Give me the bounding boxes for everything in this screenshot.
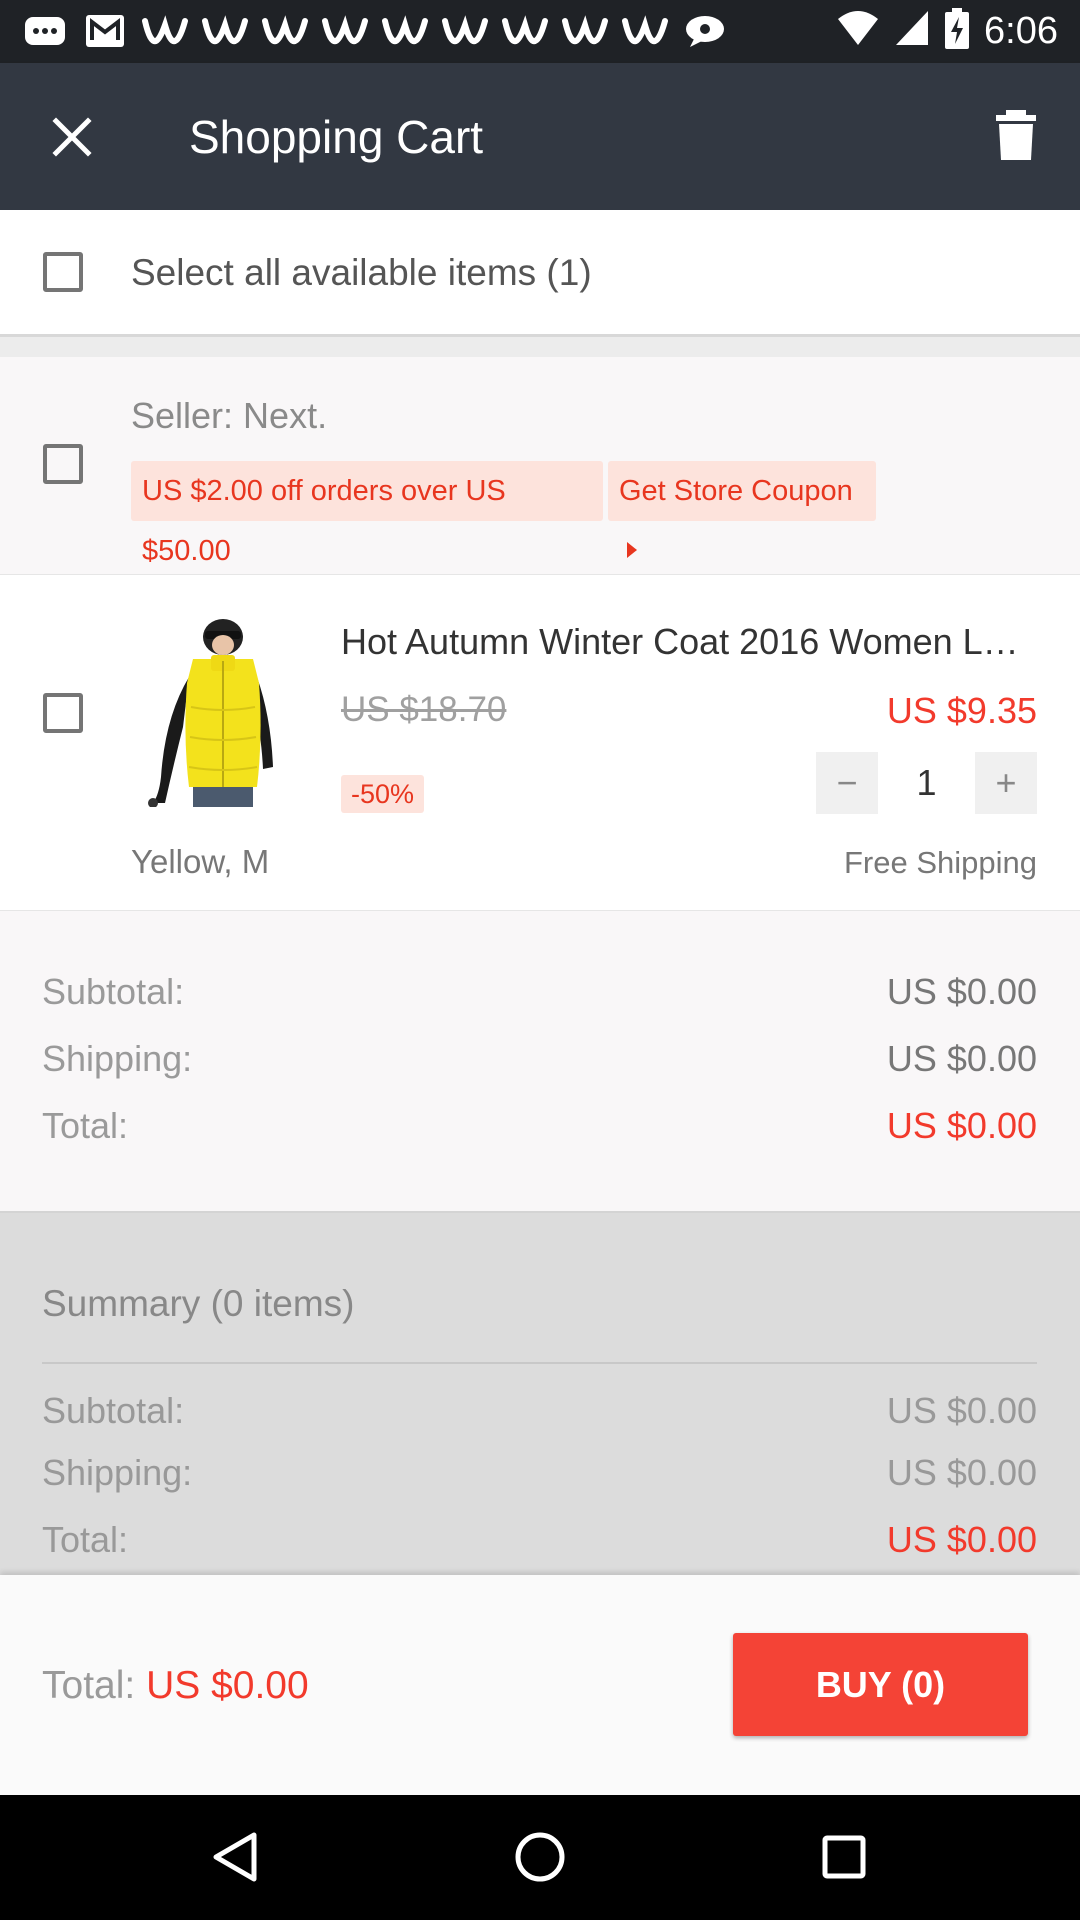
select-all-label: Select all available items (1) xyxy=(131,252,592,293)
section-divider xyxy=(0,337,1080,357)
w-icon xyxy=(382,11,428,51)
select-all-row[interactable]: Select all available items (1) xyxy=(0,210,1080,337)
summary-total-label: Total: xyxy=(42,1519,129,1560)
get-store-coupon-label: Get Store Coupon xyxy=(619,475,853,507)
shipping-label: Shipping: xyxy=(42,1038,193,1079)
summary-subtotal-label: Subtotal: xyxy=(42,1390,185,1431)
seller-section: Seller: Next. US $2.00 off orders over U… xyxy=(0,357,1080,575)
coupon-offer-text: US $2.00 off orders over US $50.00 xyxy=(142,475,506,567)
order-totals: Subtotal: US $0.00 Shipping: US $0.00 To… xyxy=(0,911,1080,1213)
product-image[interactable] xyxy=(131,617,286,808)
w-icon xyxy=(442,11,488,51)
summary-title: Summary (0 items) xyxy=(42,1283,355,1324)
notification-icons xyxy=(22,8,728,54)
cart-item: Hot Autumn Winter Coat 2016 Women L… US … xyxy=(0,575,1080,911)
subtotal-row: Subtotal: US $0.00 xyxy=(42,971,1037,1013)
chat-icon xyxy=(22,11,68,51)
checkout-total-value: US $0.00 xyxy=(146,1664,309,1707)
close-icon[interactable] xyxy=(42,107,102,167)
summary-shipping-label: Shipping: xyxy=(42,1452,193,1493)
clock: 6:06 xyxy=(984,9,1058,52)
total-row: Total: US $0.00 xyxy=(42,1105,1037,1147)
subtotal-label: Subtotal: xyxy=(42,971,185,1012)
quantity-value[interactable]: 1 xyxy=(878,752,975,814)
summary-total-row: Total: US $0.00 xyxy=(42,1519,1037,1561)
decrease-quantity-button[interactable]: − xyxy=(816,752,878,814)
w-icon xyxy=(502,11,548,51)
sale-price: US $9.35 xyxy=(886,690,1037,731)
select-all-checkbox[interactable] xyxy=(43,252,83,292)
bubble-icon xyxy=(682,11,728,51)
w-icon xyxy=(322,11,368,51)
home-icon[interactable] xyxy=(500,1817,580,1897)
summary-shipping-value: US $0.00 xyxy=(886,1452,1037,1493)
w-icon xyxy=(622,11,668,51)
summary-subtotal-row: Subtotal: US $0.00 xyxy=(42,1390,1037,1432)
summary-divider xyxy=(42,1362,1037,1364)
total-label: Total: xyxy=(42,1105,129,1146)
subtotal-value: US $0.00 xyxy=(886,971,1037,1012)
system-status: 6:06 xyxy=(836,7,1058,55)
get-store-coupon-button[interactable]: Get Store Coupon xyxy=(608,461,876,559)
discount-badge: -50% xyxy=(341,775,425,813)
signal-icon xyxy=(894,9,930,54)
checkout-total: Total: US $0.00 xyxy=(42,1664,309,1708)
trash-icon[interactable] xyxy=(986,105,1046,165)
shipping-info: Free Shipping xyxy=(843,845,1037,880)
recent-apps-icon[interactable] xyxy=(804,1817,884,1897)
coupon-offer-badge: US $2.00 off orders over US $50.00 xyxy=(131,461,603,567)
app-toolbar: Shopping Cart xyxy=(0,63,1080,210)
summary-total-value: US $0.00 xyxy=(886,1519,1037,1560)
battery-charging-icon xyxy=(944,7,970,55)
increase-quantity-button[interactable]: + xyxy=(975,752,1037,814)
quantity-stepper: − 1 + xyxy=(816,752,1037,814)
gmail-icon xyxy=(82,11,128,51)
original-price: US $18.70 xyxy=(341,690,507,729)
status-bar: 6:06 xyxy=(0,0,1080,63)
total-value: US $0.00 xyxy=(886,1105,1037,1146)
summary-section: Summary (0 items) Subtotal: US $0.00 Shi… xyxy=(0,1213,1080,1575)
seller-name: Seller: Next. xyxy=(131,395,328,436)
arrow-right-icon xyxy=(627,542,637,559)
shipping-row: Shipping: US $0.00 xyxy=(42,1038,1037,1080)
page-title: Shopping Cart xyxy=(189,111,484,163)
w-icon xyxy=(262,11,308,51)
checkout-total-label: Total: xyxy=(42,1664,147,1707)
navigation-bar xyxy=(0,1795,1080,1920)
w-icon xyxy=(562,11,608,51)
item-checkbox[interactable] xyxy=(43,693,83,733)
checkout-bar: Total: US $0.00 BUY (0) xyxy=(0,1575,1080,1795)
product-variant: Yellow, M xyxy=(131,843,270,880)
product-title[interactable]: Hot Autumn Winter Coat 2016 Women L… xyxy=(341,621,1041,663)
summary-shipping-row: Shipping: US $0.00 xyxy=(42,1452,1037,1494)
seller-checkbox[interactable] xyxy=(43,444,83,484)
summary-subtotal-value: US $0.00 xyxy=(886,1390,1037,1431)
shipping-value: US $0.00 xyxy=(886,1038,1037,1079)
back-icon[interactable] xyxy=(196,1817,276,1897)
wifi-icon xyxy=(836,9,880,54)
w-icon xyxy=(202,11,248,51)
w-icon xyxy=(142,11,188,51)
buy-button[interactable]: BUY (0) xyxy=(733,1633,1028,1736)
